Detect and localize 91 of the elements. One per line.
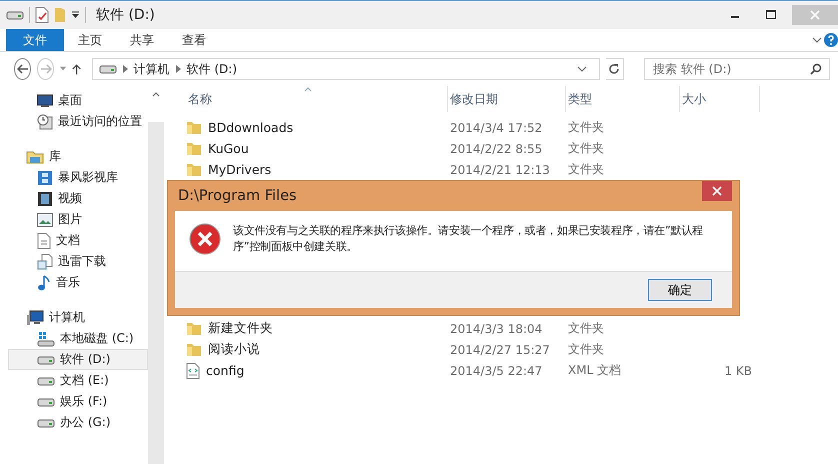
folder-icon	[186, 322, 202, 336]
windows-drive-icon	[37, 330, 55, 346]
column-header[interactable]: 大小	[680, 86, 760, 112]
document-stack-icon	[37, 254, 53, 270]
drive-icon	[37, 418, 55, 428]
date-cell-text: 2014/3/4 17:52	[449, 120, 544, 134]
nav-item[interactable]: 本地磁盘 (C:)	[8, 328, 148, 349]
nav-item[interactable]: 桌面	[8, 90, 148, 111]
type-cell-text: 文件夹	[567, 140, 605, 157]
error-icon	[189, 223, 221, 255]
date-cell-text: 2014/2/22 8:55	[449, 142, 544, 156]
folder-icon	[186, 120, 202, 134]
breadcrumb[interactable]: 计算机	[134, 60, 170, 78]
dropdown-icon[interactable]	[71, 11, 80, 19]
refresh-button[interactable]	[606, 58, 624, 80]
refresh-icon	[608, 63, 620, 75]
window-title: 软件 (D:)	[96, 6, 156, 24]
folder-icon	[186, 342, 202, 356]
monitor-icon	[37, 94, 53, 108]
drive-icon	[37, 354, 55, 364]
nav-item[interactable]: 文档 (E:)	[8, 370, 148, 391]
type-cell-text: 文件夹	[567, 341, 605, 358]
nav-item[interactable]: 音乐	[8, 272, 148, 293]
column-header[interactable]: 修改日期	[448, 86, 566, 112]
address-bar[interactable]: 计算机 软件 (D:)	[92, 58, 600, 80]
type-cell-text: XML 文档	[567, 362, 622, 379]
nav-item[interactable]: 视频	[8, 188, 148, 209]
nav-group-label[interactable]: 库	[49, 148, 61, 165]
nav-item[interactable]: 办公 (G:)	[8, 412, 148, 433]
forward-arrow-icon	[40, 64, 52, 74]
chevron-right-icon[interactable]	[176, 65, 181, 73]
folder-icon	[186, 142, 202, 156]
scroll-up-icon[interactable]	[152, 92, 160, 96]
library-folder-icon	[26, 150, 44, 164]
close-button[interactable]	[702, 181, 732, 201]
chevron-right-icon[interactable]	[122, 65, 128, 73]
drive-icon	[98, 64, 117, 74]
file-name[interactable]: KuGou	[208, 141, 249, 156]
ok-button[interactable]: 确定	[648, 279, 712, 301]
drive-icon	[37, 396, 55, 406]
drive-icon	[37, 376, 55, 386]
document-icon	[37, 232, 51, 248]
up-arrow-icon[interactable]	[72, 62, 82, 76]
column-header[interactable]: 名称	[186, 86, 448, 112]
ribbon-tab[interactable]: 共享	[116, 29, 168, 51]
caret-icon[interactable]	[60, 66, 66, 72]
drive-icon	[6, 10, 24, 20]
size-cell-text: 1 KB	[723, 364, 753, 378]
maximize-icon	[766, 10, 776, 20]
image-icon	[37, 212, 53, 226]
search-field[interactable]: 搜索 软件 (D:)	[644, 58, 830, 80]
nav-item[interactable]: 暴风影视库	[8, 167, 148, 188]
type-cell-text: 文件夹	[567, 119, 605, 136]
music-note-icon	[37, 274, 51, 290]
column-header[interactable]: 类型	[566, 86, 680, 112]
clock-computer-icon	[37, 114, 53, 130]
file-name[interactable]: BDdownloads	[208, 120, 294, 135]
search-icon	[810, 63, 822, 75]
file-name[interactable]: MyDrivers	[208, 162, 272, 177]
error-message: 该文件没有与之关联的程序来执行该操作。请安装一个程序，或者，如果已安装程序，请在”默认程序”控制面板中创建关联。	[233, 223, 704, 255]
date-cell-text: 2014/2/27 15:27	[449, 342, 551, 356]
dialog-title: D:\Program Files	[177, 188, 298, 204]
computer-icon	[26, 310, 44, 326]
type-cell-text: 文件夹	[567, 320, 605, 337]
date-cell-text: 2014/2/21 12:13	[449, 162, 551, 176]
file-name[interactable]: config	[206, 363, 244, 378]
properties-icon[interactable]	[35, 7, 49, 23]
nav-item[interactable]: 娱乐 (F:)	[8, 391, 148, 412]
back-arrow-icon	[16, 64, 29, 74]
breadcrumb[interactable]: 软件 (D:)	[186, 60, 238, 78]
xml-file-icon	[186, 362, 200, 378]
nav-item[interactable]: 图片	[8, 209, 148, 230]
ribbon-tab[interactable]: 查看	[168, 29, 220, 51]
ribbon-tab[interactable]: 主页	[64, 29, 116, 51]
folder-icon	[186, 162, 202, 176]
ribbon-tab[interactable]: 文件	[6, 29, 64, 51]
close-icon	[712, 186, 722, 196]
file-name[interactable]: 阅读小说	[208, 341, 260, 358]
sort-caret-icon	[304, 87, 312, 92]
nav-item[interactable]: 软件 (D:)	[8, 349, 148, 370]
nav-group-label[interactable]: 计算机	[49, 309, 85, 326]
date-cell-text: 2014/3/3 18:04	[449, 322, 544, 336]
date-cell-text: 2014/3/5 22:47	[449, 364, 544, 378]
file-name[interactable]: 新建文件夹	[208, 320, 273, 337]
nav-item[interactable]: 文档	[8, 230, 148, 251]
close-icon	[810, 10, 820, 20]
type-cell-text: 文件夹	[567, 161, 605, 178]
nav-item[interactable]: 最近访问的位置	[8, 111, 148, 132]
nav-item[interactable]: 迅雷下载	[8, 251, 148, 272]
back-button[interactable]	[14, 58, 32, 80]
chevron-down-icon[interactable]	[576, 65, 587, 73]
